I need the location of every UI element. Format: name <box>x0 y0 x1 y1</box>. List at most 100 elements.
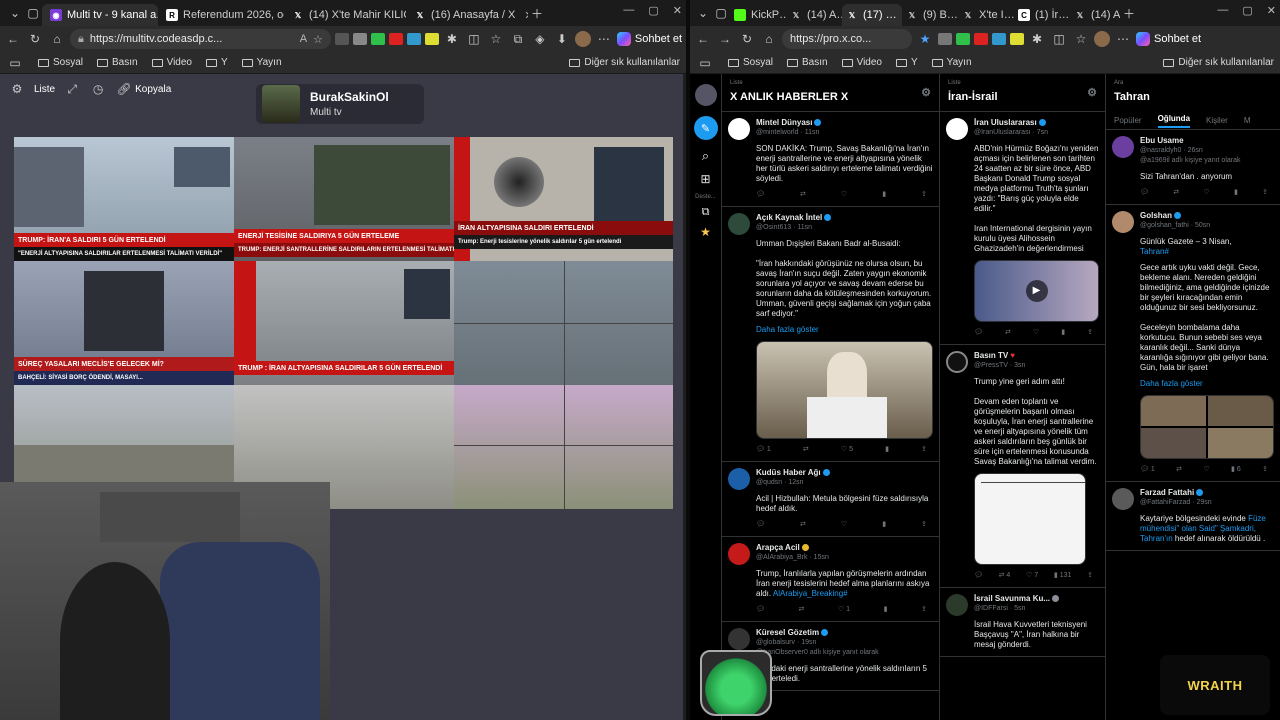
new-tab-icon[interactable]: ＋ <box>1120 4 1138 22</box>
tab-popular[interactable]: Popüler <box>1114 116 1142 125</box>
extension-icon[interactable] <box>370 33 385 45</box>
back-icon[interactable]: ← <box>694 30 712 48</box>
bookmark-basin[interactable]: Basın <box>97 57 138 68</box>
column-settings-icon[interactable]: ⚙ <box>921 86 931 99</box>
media-thumb[interactable] <box>1141 396 1206 426</box>
extension-icon[interactable] <box>334 33 349 45</box>
tweet[interactable]: Kudüs Haber Ağı @qudsn · 12sn Acil | Hiz… <box>722 462 939 537</box>
like-icon[interactable]: ♡ <box>1203 188 1209 198</box>
hashtag-link[interactable]: Tahran# <box>1140 247 1274 257</box>
workspaces-icon[interactable]: ▢ <box>712 4 730 22</box>
tweet-image[interactable]: ▬▬▬▬▬▬▬▬▬▬▬▬▬▬▬▬▬▬▬▬▬▬▬▬▬▬▬▬▬▬▬▬▬▬▬▬▬▬▬▬… <box>974 473 1086 565</box>
tab-actions-icon[interactable]: ⌄ <box>6 4 24 22</box>
extension-icon[interactable] <box>352 33 367 45</box>
tweet-video[interactable]: ▶ <box>974 260 1099 322</box>
deck-icon[interactable]: ⧉ <box>690 206 721 219</box>
tv-channel-6[interactable] <box>454 261 673 385</box>
home-icon[interactable]: ⌂ <box>760 30 778 48</box>
maximize-icon[interactable]: ▢ <box>1242 4 1252 17</box>
views-icon[interactable]: ▮ <box>1061 328 1065 338</box>
share-icon[interactable]: ⇪ <box>1087 571 1093 581</box>
retweet-icon[interactable]: ⇄ <box>803 445 809 455</box>
like-icon[interactable]: ♡ <box>841 520 847 530</box>
compose-post-icon[interactable]: ✎ <box>693 116 718 140</box>
extension-icon[interactable] <box>1010 33 1024 45</box>
tweet-media-grid[interactable] <box>1140 395 1274 459</box>
tv-channel-2[interactable]: ENERJİ TESİSİNE SALDIRIYA 5 GÜN ERTELEME… <box>234 137 454 261</box>
tv-channel-9[interactable] <box>454 385 673 509</box>
url-field[interactable]: 🔒︎ https://multitv.codeasdp.c... A ☆ <box>70 29 331 49</box>
extension-icon[interactable] <box>424 33 439 45</box>
tab-x-pro[interactable]: 𝕏 (17) … <box>842 4 902 26</box>
tab-kick[interactable]: KickP… <box>730 4 786 26</box>
favorites-icon[interactable]: ☆ <box>487 30 505 48</box>
like-icon[interactable]: ♡ 7 <box>1026 571 1038 581</box>
close-window-icon[interactable]: ✕ <box>1267 4 1276 17</box>
other-favorites[interactable]: Diğer sık kullanılanlar <box>1163 57 1274 68</box>
reply-icon[interactable]: 💬︎ <box>756 605 765 615</box>
extension-icon[interactable] <box>388 33 403 45</box>
tab-x-3[interactable]: 𝕏 (9) B… <box>902 4 958 26</box>
tweet[interactable]: Mintel Dünyası @mintelworld · 11sn SON D… <box>722 112 939 207</box>
bookmark-sosyal[interactable]: Sosyal <box>728 57 773 68</box>
reload-icon[interactable]: ↻ <box>26 30 44 48</box>
minimize-icon[interactable]: — <box>1217 4 1228 17</box>
timer-icon[interactable]: ◷ <box>89 80 107 98</box>
avatar[interactable] <box>1094 31 1110 47</box>
split-screen-icon[interactable]: ◫ <box>465 30 483 48</box>
bookmark-video[interactable]: Video <box>841 57 882 68</box>
tab-actions-icon[interactable]: ⌄ <box>694 4 712 22</box>
tab-x-1[interactable]: 𝕏 (14) A… <box>786 4 842 26</box>
tweet[interactable]: Arapça Acil @AlArabiya_Brk · 15sn Trump,… <box>722 537 939 622</box>
reply-icon[interactable]: 💬︎ <box>1140 188 1149 198</box>
account-avatar[interactable] <box>694 84 717 106</box>
bookmark-sosyal[interactable]: Sosyal <box>38 57 83 68</box>
tab-media[interactable]: M <box>1244 116 1251 125</box>
media-thumb[interactable] <box>1208 428 1273 458</box>
views-icon[interactable]: ▮ <box>882 190 886 200</box>
favorites-icon[interactable]: ☆ <box>1072 30 1090 48</box>
link-icon[interactable]: 🔗︎ <box>115 80 133 98</box>
copilot-icon[interactable]: ◈ <box>531 30 549 48</box>
close-tab-icon[interactable]: ✕ <box>520 9 528 22</box>
extension-icon[interactable] <box>956 33 970 45</box>
extension-icon[interactable] <box>938 33 952 45</box>
forward-icon[interactable]: → <box>716 30 734 48</box>
avatar[interactable] <box>574 31 591 47</box>
views-icon[interactable]: ▮ <box>882 520 886 530</box>
star-deck-icon[interactable]: ★ <box>690 225 721 239</box>
new-tab-icon[interactable]: ＋ <box>528 4 546 22</box>
copy-button[interactable]: Kopyala <box>135 84 171 95</box>
extensions-puzzle-icon[interactable]: ✱ <box>443 30 461 48</box>
media-thumb[interactable] <box>1141 428 1206 458</box>
reply-icon[interactable]: 💬︎ <box>756 520 765 530</box>
tv-channel-4[interactable]: SÜREÇ YASALARI MECLİS'E GELECEK Mİ? BAHÇ… <box>14 261 234 385</box>
share-icon[interactable]: ⇪ <box>1087 328 1093 338</box>
extension-icon[interactable] <box>992 33 1006 45</box>
list-button[interactable]: Liste <box>34 84 55 95</box>
extension-icon[interactable] <box>974 33 988 45</box>
show-more-link[interactable]: Daha fazla göster <box>756 325 933 335</box>
bookmarks-menu-icon[interactable]: ▭ <box>6 54 24 72</box>
like-icon[interactable]: ♡ <box>1203 465 1209 475</box>
maximize-icon[interactable]: ▢ <box>648 4 658 17</box>
tweet[interactable]: İran Uluslararası @IranUluslararası · 7s… <box>940 112 1105 345</box>
media-thumb[interactable] <box>1208 396 1273 426</box>
reply-icon[interactable]: 💬︎ 1 <box>756 445 771 455</box>
split-screen-icon[interactable]: ◫ <box>1050 30 1068 48</box>
reply-icon[interactable]: 💬︎ 1 <box>1140 465 1155 475</box>
downloads-icon[interactable]: ⬇ <box>553 30 571 48</box>
chat-button[interactable]: Sohbet et <box>616 32 682 46</box>
bookmark-yayin[interactable]: Yayın <box>931 57 972 68</box>
other-favorites[interactable]: Diğer sık kullanılanlar <box>569 57 680 68</box>
tweet[interactable]: İsrail Savunma Ku... @IDFFarsi · 5sn İsr… <box>940 588 1105 657</box>
search-icon[interactable]: ⌕ <box>690 148 721 164</box>
tab-x-5[interactable]: C (1) İr… <box>1014 4 1070 26</box>
bookmark-video[interactable]: Video <box>151 57 192 68</box>
chat-button[interactable]: Sohbet et <box>1136 32 1201 46</box>
add-column-icon[interactable]: ⊞ <box>690 172 721 186</box>
tab-x-6[interactable]: 𝕏 (14) A… <box>1070 4 1120 26</box>
extensions-puzzle-icon[interactable]: ✱ <box>1028 30 1046 48</box>
reply-icon[interactable]: 💬︎ <box>756 190 765 200</box>
tv-channel-1[interactable]: TRUMP: İRAN'A SALDIRI 5 GÜN ERTELENDİ "E… <box>14 137 234 261</box>
